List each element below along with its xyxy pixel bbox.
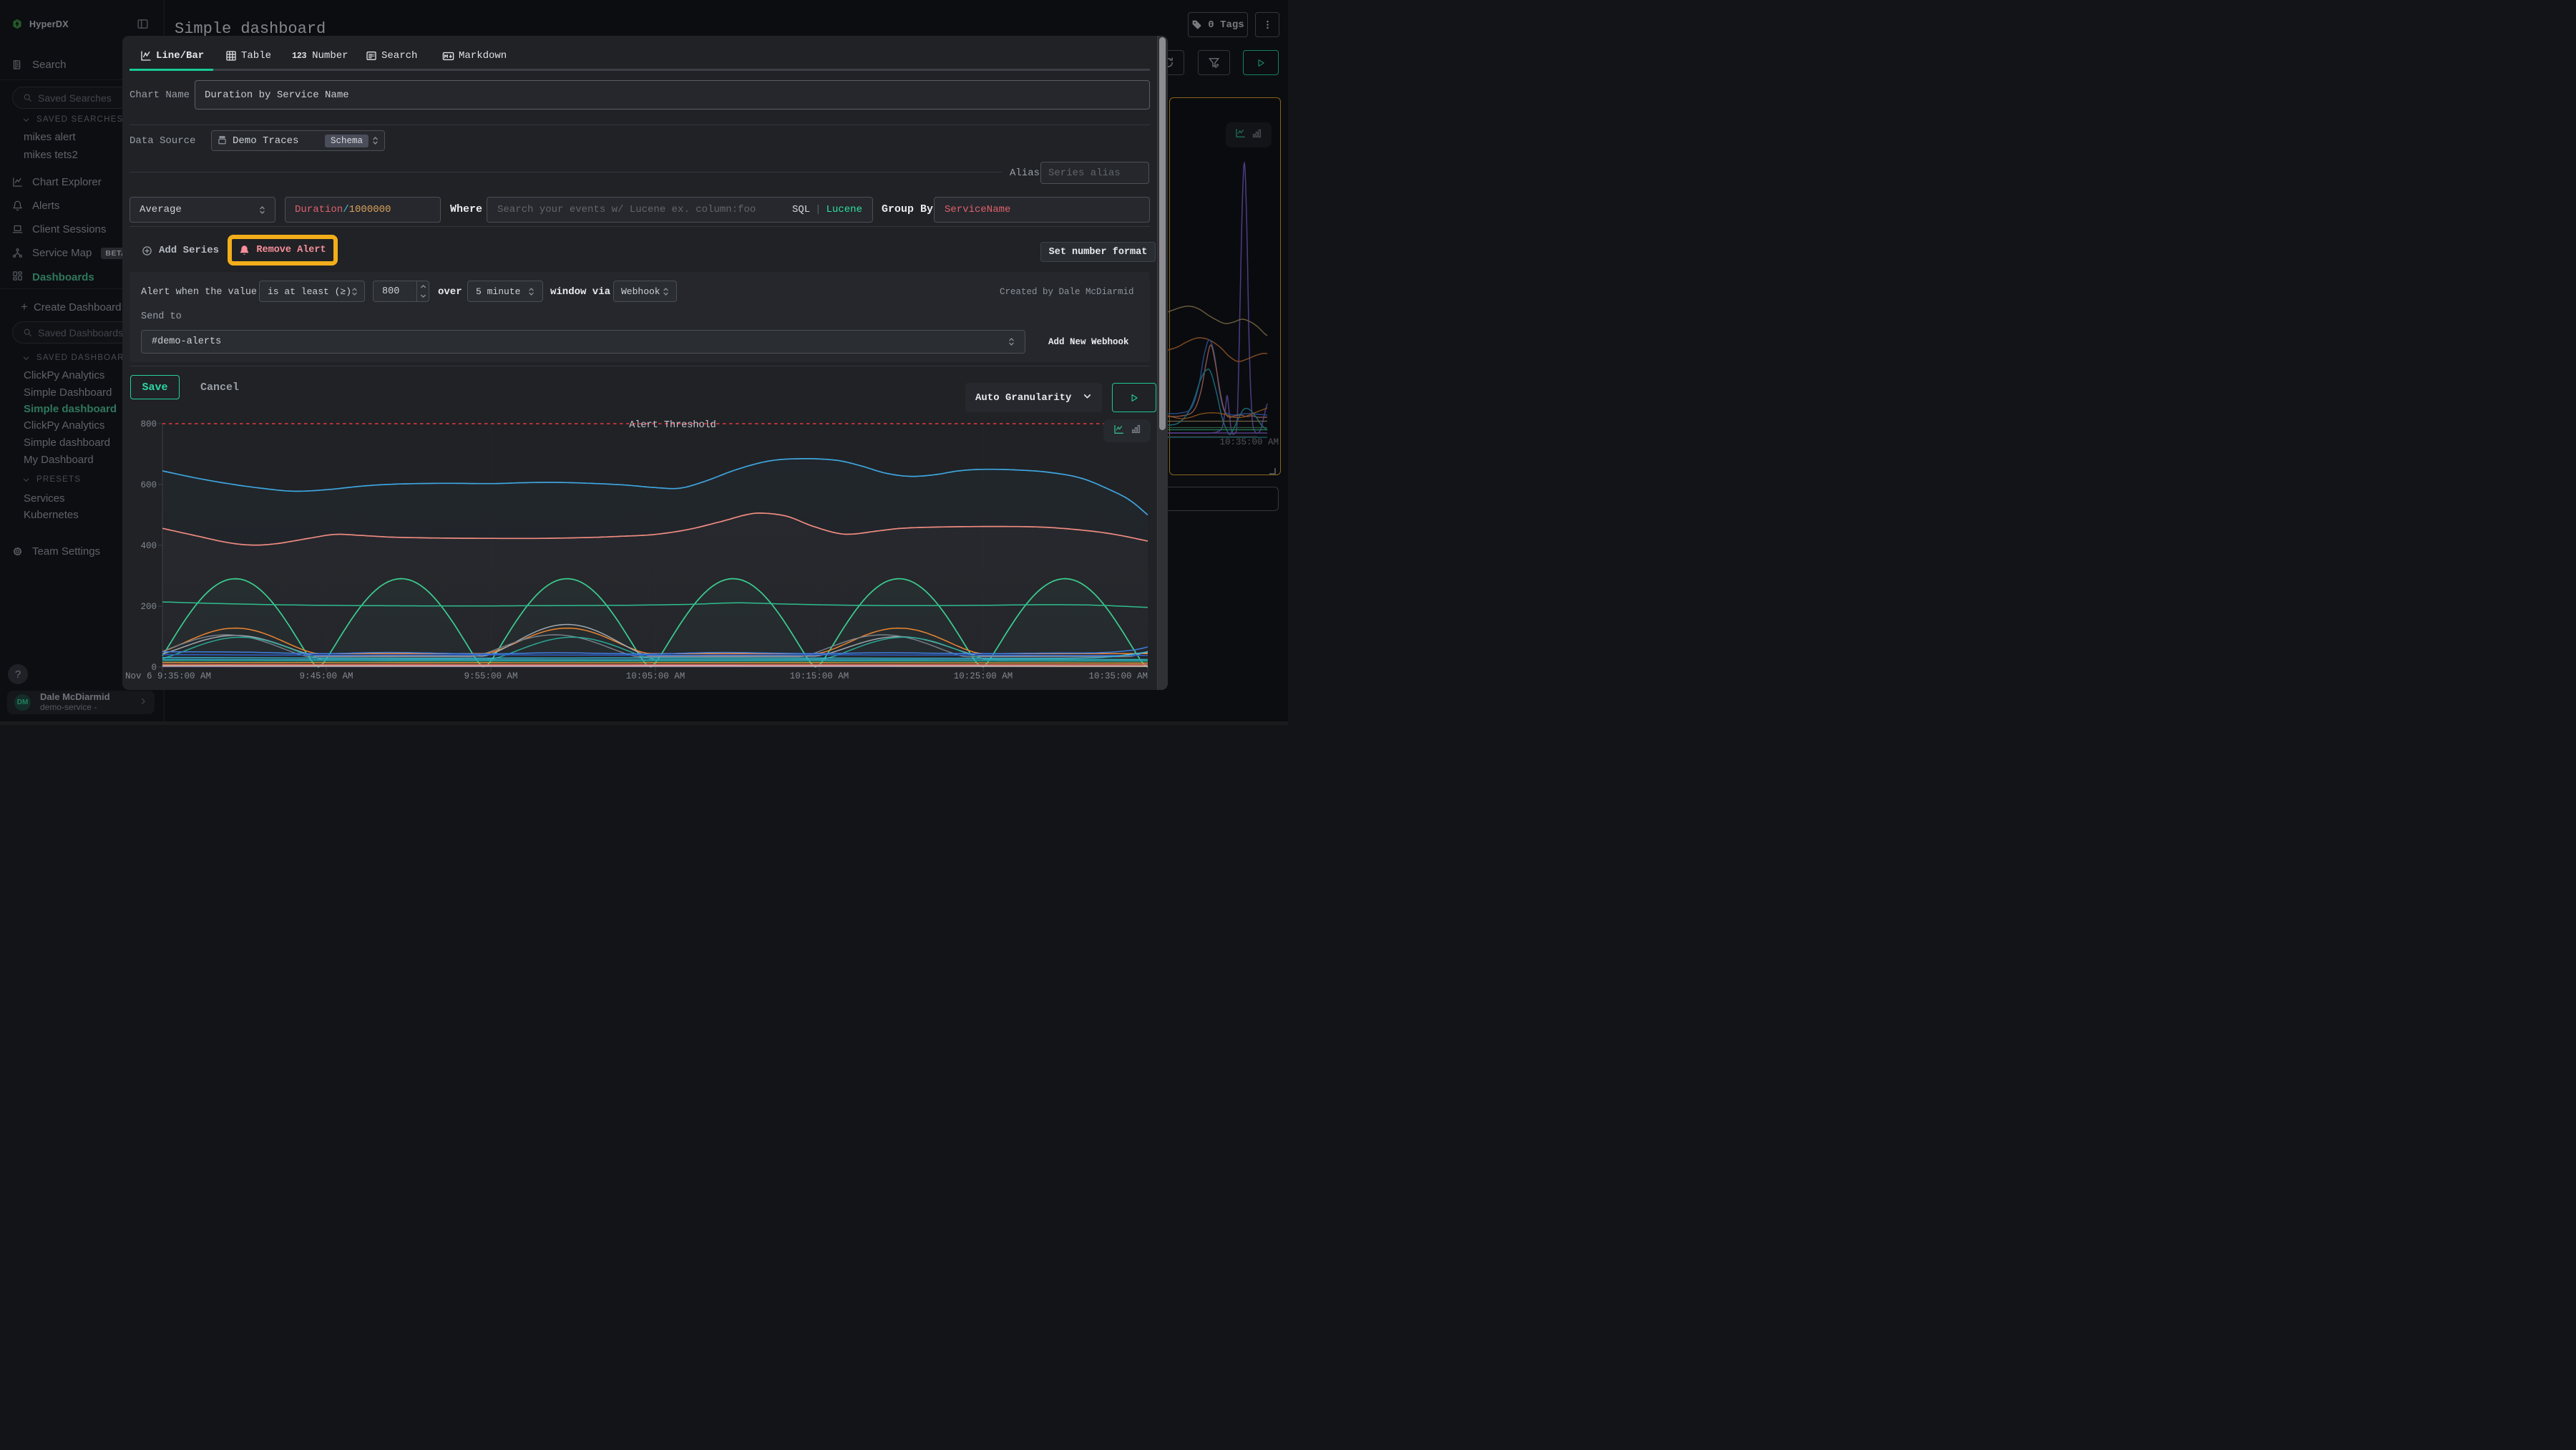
svg-text:10:35:00 AM: 10:35:00 AM bbox=[1088, 671, 1148, 681]
svg-text:Nov 6 9:35:00 AM: Nov 6 9:35:00 AM bbox=[125, 671, 211, 681]
svg-text:10:15:00 AM: 10:15:00 AM bbox=[790, 671, 849, 681]
svg-text:9:55:00 AM: 9:55:00 AM bbox=[464, 671, 517, 681]
svg-text:10:05:00 AM: 10:05:00 AM bbox=[626, 671, 686, 681]
svg-text:10:25:00 AM: 10:25:00 AM bbox=[954, 671, 1013, 681]
svg-text:9:45:00 AM: 9:45:00 AM bbox=[299, 671, 353, 681]
svg-text:600: 600 bbox=[140, 480, 157, 490]
svg-text:800: 800 bbox=[140, 419, 157, 429]
svg-text:200: 200 bbox=[140, 602, 157, 612]
svg-text:Alert Threshold: Alert Threshold bbox=[629, 420, 716, 431]
svg-text:400: 400 bbox=[140, 541, 157, 551]
